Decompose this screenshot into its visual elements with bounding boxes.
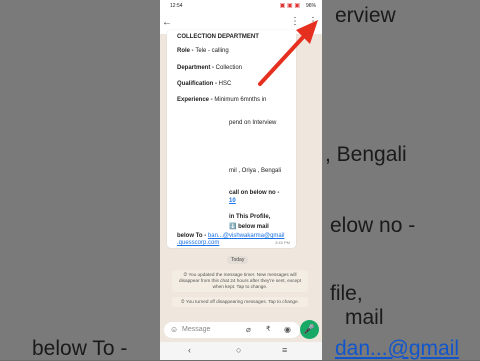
status-bar: 12:54 ▣ ▣ ▣ 96% (160, 0, 322, 12)
nav-recents-icon[interactable]: ≡ (282, 345, 287, 355)
bg-text-interview: erview (335, 4, 396, 27)
more-options-icon[interactable]: ⋮ (290, 16, 300, 27)
camera-icon[interactable]: ◉ (284, 325, 291, 334)
message-email[interactable]: below To - ban...@vishwakarma@gmail (177, 233, 284, 239)
back-arrow-icon[interactable]: ← (162, 17, 172, 28)
bg-text-mail: mail (345, 306, 384, 329)
system-message-timer[interactable]: ⏱ You updated the message timer. New mes… (172, 270, 308, 292)
message-department: Department - Collection (177, 65, 243, 71)
message-number[interactable]: 10 (229, 198, 236, 204)
nav-back-icon[interactable]: ‹ (188, 345, 191, 355)
overflow-menu-icon[interactable]: ⋮ (308, 16, 318, 27)
mic-button[interactable]: 🎤 (300, 320, 319, 339)
message-bubble[interactable]: COLLECTION DEPARTMENT Role - Tele - call… (167, 30, 296, 248)
bg-text-below-no: elow no - (330, 214, 416, 237)
nav-home-icon[interactable]: ○ (236, 345, 241, 355)
notification-icons: ▣ ▣ ▣ (279, 3, 300, 9)
sticker-icon[interactable]: ☺ (170, 325, 178, 334)
date-chip: Today (227, 256, 249, 264)
message-qualification: Qualification - HSC (177, 81, 232, 87)
message-call: call on below no - (229, 190, 280, 196)
message-composer[interactable]: ☺ Message ⌀ ₹ ◉ (164, 322, 300, 338)
message-languages: mil , Oriya , Bengali (229, 168, 282, 174)
message-profile: in This Profile, (229, 214, 271, 220)
message-role: Role - Tele - calling (177, 48, 229, 54)
bg-text-email: dan...@gmail (335, 337, 460, 360)
payment-icon[interactable]: ₹ (266, 325, 270, 333)
attach-icon[interactable]: ⌀ (246, 325, 251, 334)
message-interview: pend on Interview (229, 120, 277, 126)
message-input[interactable]: Message (182, 326, 210, 333)
message-timestamp: 3:45 PM (275, 240, 290, 245)
bg-text-below-to: below To - (32, 337, 128, 360)
message-below-mail: ⬇️ below mail (229, 224, 269, 230)
bg-text-bengali: , Bengali (325, 143, 407, 166)
battery-level: 96% (305, 3, 316, 9)
status-time: 12:54 (170, 3, 183, 9)
message-experience: Experience - Minimum 6mnths in (177, 97, 267, 103)
phone-screen: 12:54 ▣ ▣ ▣ 96% ← ⋮ ⋮ COLLECTION DEPARTM… (160, 0, 322, 360)
system-message-disappearing-off[interactable]: ⏱ You turned off disappearing messages. … (172, 297, 308, 307)
android-nav-bar: ‹ ○ ≡ (160, 342, 322, 360)
message-email-domain[interactable]: .quesscorp.com (177, 240, 219, 246)
bg-text-profile: file, (330, 282, 363, 305)
message-heading: COLLECTION DEPARTMENT (177, 34, 259, 40)
